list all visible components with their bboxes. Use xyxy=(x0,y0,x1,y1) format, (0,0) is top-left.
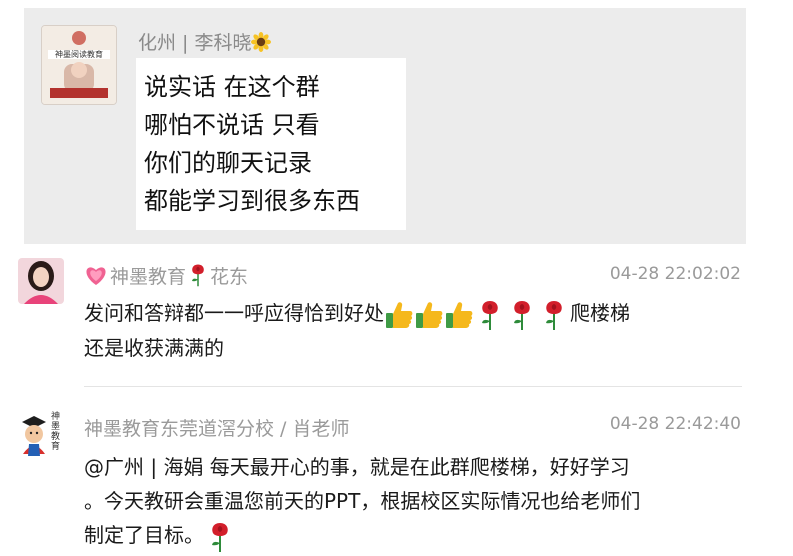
message-text: 爬楼梯 xyxy=(570,301,630,325)
message-sender: 神墨教育东莞道滘分校 / 肖老师 xyxy=(84,418,350,440)
sender-name: 神墨教育 xyxy=(110,266,187,288)
thumbs-up-icon xyxy=(386,301,413,328)
rose-icon xyxy=(514,300,530,330)
message-text: 还是收获满满的 xyxy=(84,335,224,360)
rose-icon xyxy=(546,300,562,330)
quoted-message-bubble[interactable]: 说实话 在这个群 哪怕不说话 只看 你们的聊天记录 都能学习到很多东西 xyxy=(136,58,406,230)
message-text: 发问和答辩都一一呼应得恰到好处 xyxy=(84,301,384,325)
message-time: 04-28 22:02:02 xyxy=(609,264,741,284)
message-text: 制定了目标。 xyxy=(84,523,204,547)
sender-name: 花东 xyxy=(210,266,249,288)
sunflower-icon xyxy=(251,32,272,52)
message-sender: 神墨教育 花东 xyxy=(84,262,248,289)
avatar[interactable]: 神墨阅读教育 xyxy=(41,25,117,105)
avatar[interactable]: 神墨教育 xyxy=(18,410,70,460)
chat-history-page: 神墨阅读教育 化州 | 李科晓 说实话 在这个群 哪怕不说话 只看 你们的聊天记… xyxy=(0,0,793,556)
quoted-line: 说实话 在这个群 xyxy=(144,73,320,101)
rose-icon xyxy=(212,522,228,552)
heart-icon xyxy=(86,267,106,285)
quoted-sender: 化州 | 李科晓 xyxy=(138,28,272,55)
thumbs-up-icon xyxy=(416,301,443,328)
message-line: 。今天教研会重温您前天的PPT，根据校区实际情况也给老师们 xyxy=(84,489,641,513)
avatar-image xyxy=(42,26,116,104)
quoted-message[interactable]: 神墨阅读教育 化州 | 李科晓 说实话 在这个群 哪怕不说话 只看 你们的聊天记… xyxy=(24,8,746,244)
thumbs-up-icon xyxy=(446,301,473,328)
avatar-caption: 神墨阅读教育 xyxy=(55,50,103,59)
quoted-line: 你们的聊天记录 xyxy=(144,149,312,177)
message-line-3: 制定了目标。 xyxy=(84,518,734,553)
quoted-line: 哪怕不说话 只看 xyxy=(144,111,320,139)
rose-icon xyxy=(482,300,498,330)
avatar-caption: 神墨教育 xyxy=(51,412,61,452)
message-divider xyxy=(84,386,742,387)
avatar-image xyxy=(18,258,64,304)
message-body[interactable]: 发问和答辩都一一呼应得恰到好处 爬楼梯 还是收获满满的 xyxy=(84,296,734,365)
message-time: 04-28 22:42:40 xyxy=(609,414,741,434)
rose-icon xyxy=(192,264,204,287)
avatar[interactable] xyxy=(18,258,64,304)
message-line: @广州 | 海娟 每天最开心的事，就是在此群爬楼梯，好好学习 xyxy=(84,455,630,479)
message-body[interactable]: @广州 | 海娟 每天最开心的事，就是在此群爬楼梯，好好学习 。今天教研会重温您… xyxy=(84,450,734,553)
quoted-sender-name: 化州 | 李科晓 xyxy=(138,32,252,54)
quoted-line: 都能学习到很多东西 xyxy=(144,187,360,215)
